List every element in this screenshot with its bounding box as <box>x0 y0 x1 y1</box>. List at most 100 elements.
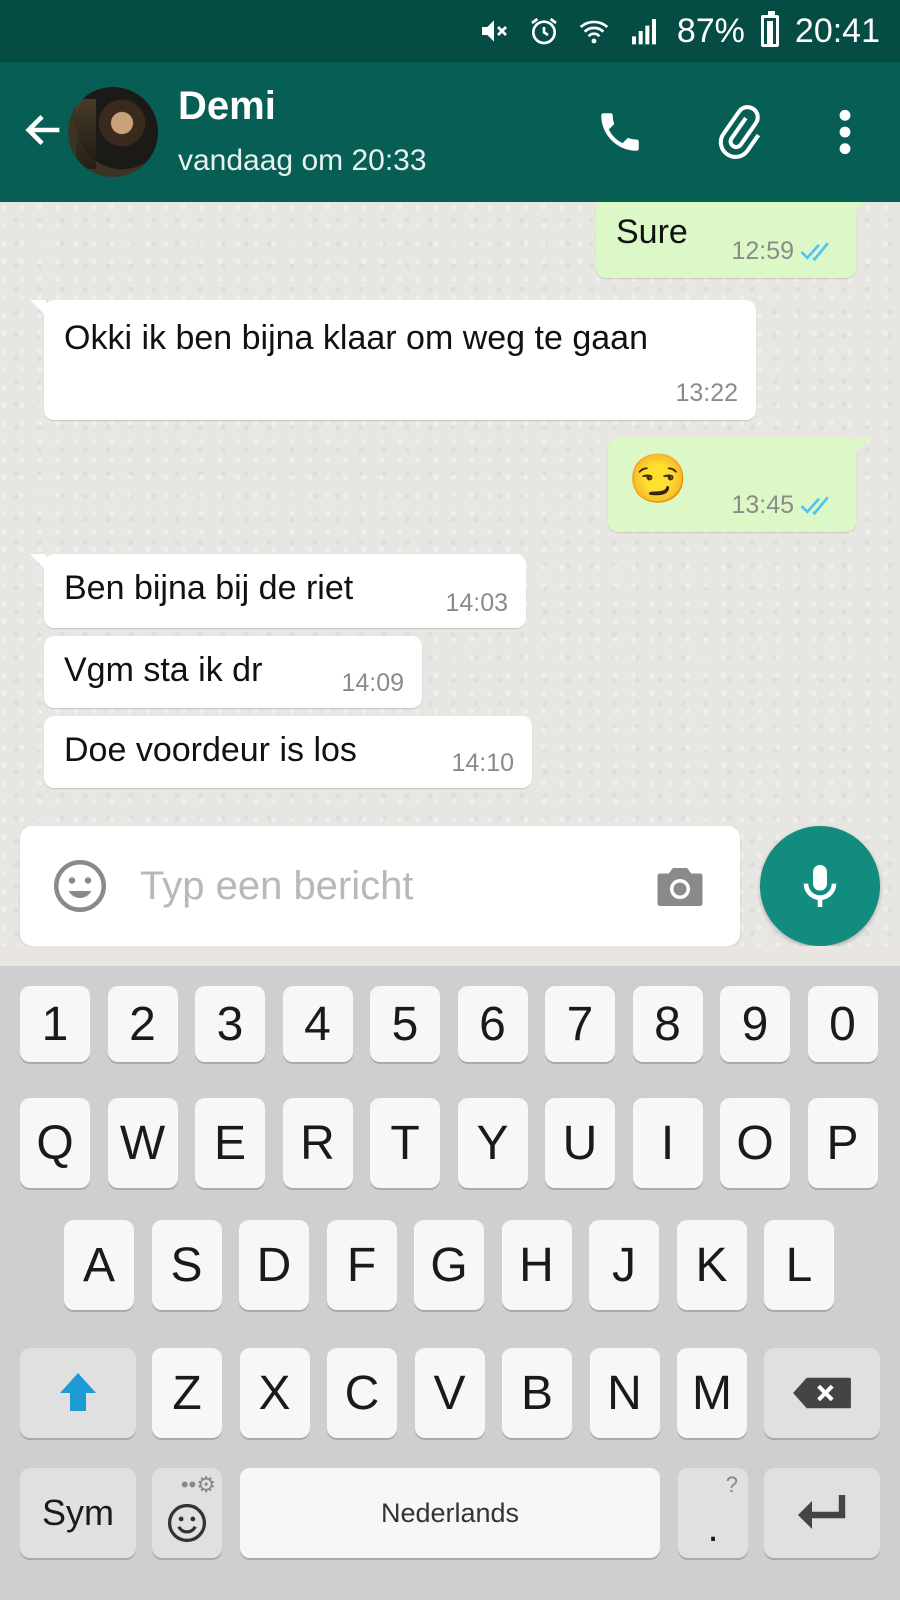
status-bar: 87% 20:41 <box>0 0 900 62</box>
message-outgoing[interactable]: 😏 13:45 <box>608 438 870 532</box>
message-incoming[interactable]: Okki ik ben bijna klaar om weg te gaan 1… <box>30 300 756 420</box>
read-ticks-icon <box>800 241 829 261</box>
key-b[interactable]: B <box>502 1348 572 1438</box>
message-time: 12:59 <box>731 237 794 265</box>
camera-button[interactable] <box>650 856 710 916</box>
more-vert-icon <box>839 109 851 155</box>
key-g[interactable]: G <box>414 1220 484 1310</box>
key-d[interactable]: D <box>239 1220 309 1310</box>
key-y[interactable]: Y <box>457 1098 528 1188</box>
message-meta: 13:45 <box>731 491 838 520</box>
message-text: Vgm sta ik dr <box>64 651 263 689</box>
on-screen-keyboard: 1234567890 QWERTYUIOP ASDFGHJKL ZXCVBNM … <box>0 966 900 1600</box>
message-meta: 13:22 <box>675 379 738 408</box>
key-m[interactable]: M <box>677 1348 747 1438</box>
message-text: Okki ik ben bijna klaar om weg te gaan <box>64 319 648 357</box>
key-s[interactable]: S <box>151 1220 222 1310</box>
settings-hint-icon: ••⚙ <box>180 1472 216 1497</box>
key-o[interactable]: O <box>720 1098 790 1188</box>
key-3[interactable]: 3 <box>195 986 265 1062</box>
key-4[interactable]: 4 <box>282 986 353 1062</box>
key-x[interactable]: X <box>239 1348 310 1438</box>
message-meta: 14:10 <box>451 749 514 778</box>
message-time: 14:10 <box>451 749 514 777</box>
key-q[interactable]: Q <box>20 1098 90 1188</box>
message-text: Doe voordeur is los <box>64 731 357 769</box>
space-key[interactable]: Nederlands <box>240 1468 660 1558</box>
key-2[interactable]: 2 <box>107 986 178 1062</box>
period-label: . <box>707 1505 719 1550</box>
key-j[interactable]: J <box>589 1220 659 1310</box>
wifi-icon <box>577 14 611 48</box>
alarm-icon <box>527 14 561 48</box>
message-time: 14:09 <box>341 669 404 697</box>
phone-icon <box>601 113 639 151</box>
message-time: 13:22 <box>675 379 738 407</box>
shift-arrow-icon <box>60 1373 96 1411</box>
key-n[interactable]: N <box>589 1348 660 1438</box>
back-button[interactable] <box>16 102 72 158</box>
message-emoji: 😏 <box>628 453 688 506</box>
key-8[interactable]: 8 <box>632 986 703 1062</box>
key-e[interactable]: E <box>195 1098 265 1188</box>
key-9[interactable]: 9 <box>720 986 790 1062</box>
enter-key[interactable] <box>764 1468 880 1558</box>
key-l[interactable]: L <box>764 1220 834 1310</box>
chat-header: Demi vandaag om 20:33 <box>0 62 900 202</box>
message-meta: 14:09 <box>341 669 404 698</box>
key-0[interactable]: 0 <box>807 986 878 1062</box>
message-time: 13:45 <box>731 491 794 519</box>
message-meta: 14:03 <box>445 589 508 618</box>
key-t[interactable]: T <box>370 1098 440 1188</box>
key-i[interactable]: I <box>632 1098 703 1188</box>
more-options-button[interactable] <box>815 102 875 162</box>
message-text: Sure <box>616 213 688 251</box>
key-h[interactable]: H <box>501 1220 572 1310</box>
key-u[interactable]: U <box>545 1098 615 1188</box>
backspace-key[interactable] <box>764 1348 880 1438</box>
key-a[interactable]: A <box>64 1220 134 1310</box>
message-incoming[interactable]: Vgm sta ik dr 14:09 <box>44 636 422 708</box>
key-p[interactable]: P <box>807 1098 878 1188</box>
attach-button[interactable] <box>708 102 768 162</box>
key-v[interactable]: V <box>414 1348 485 1438</box>
status-icons: 87% 20:41 <box>477 0 880 62</box>
voice-message-button[interactable] <box>760 826 880 946</box>
message-incoming[interactable]: Doe voordeur is los 14:10 <box>44 716 532 788</box>
period-key[interactable]: ? . <box>678 1468 748 1558</box>
battery-percent: 87% <box>676 11 745 50</box>
key-1[interactable]: 1 <box>20 986 90 1062</box>
contact-name[interactable]: Demi <box>178 84 276 129</box>
voice-call-button[interactable] <box>590 102 650 162</box>
key-f[interactable]: F <box>326 1220 397 1310</box>
clock: 20:41 <box>794 11 880 50</box>
message-outgoing[interactable]: Sure 12:59 <box>596 202 870 278</box>
contact-avatar[interactable] <box>68 87 158 177</box>
key-7[interactable]: 7 <box>545 986 615 1062</box>
key-w[interactable]: W <box>107 1098 178 1188</box>
key-r[interactable]: R <box>282 1098 353 1188</box>
backspace-icon <box>793 1377 851 1409</box>
battery-icon <box>760 11 779 47</box>
camera-icon <box>657 868 703 906</box>
read-ticks-icon <box>800 495 829 515</box>
message-list[interactable]: Sure 12:59 Okki ik ben bijna klaar om we… <box>0 202 900 946</box>
key-c[interactable]: C <box>327 1348 397 1438</box>
message-meta: 12:59 <box>731 237 838 266</box>
message-input[interactable] <box>140 856 640 916</box>
shift-key[interactable] <box>20 1348 136 1438</box>
message-incoming[interactable]: Ben bijna bij de riet 14:03 <box>30 554 526 628</box>
period-hint: ? <box>725 1472 738 1497</box>
key-6[interactable]: 6 <box>457 986 528 1062</box>
enter-icon <box>798 1495 846 1529</box>
key-z[interactable]: Z <box>152 1348 222 1438</box>
symbols-key[interactable]: Sym <box>20 1468 136 1558</box>
key-k[interactable]: K <box>676 1220 747 1310</box>
last-seen-status: vandaag om 20:33 <box>178 144 427 177</box>
key-5[interactable]: 5 <box>370 986 440 1062</box>
message-composer <box>20 826 740 946</box>
emoji-key[interactable]: ••⚙ <box>152 1468 222 1558</box>
message-time: 14:03 <box>445 589 508 617</box>
emoji-icon <box>54 860 106 912</box>
emoji-button[interactable] <box>50 856 110 916</box>
